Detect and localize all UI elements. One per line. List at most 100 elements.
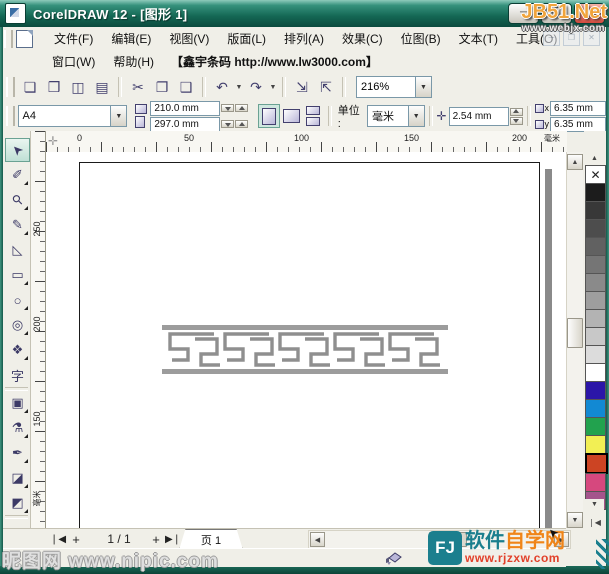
horizontal-scrollbar[interactable]: ◀ ▶ <box>308 530 571 549</box>
redo-icon[interactable]: ↷ <box>244 75 268 99</box>
palette-scroll-down-icon[interactable]: ▼ <box>585 499 604 510</box>
color-swatch-none[interactable]: ✕ <box>585 165 606 184</box>
color-swatch[interactable] <box>585 201 606 220</box>
ellipse-tool[interactable]: ○ <box>5 288 30 312</box>
color-swatch[interactable] <box>585 399 606 418</box>
paper-height-field[interactable]: 297.0 mm <box>150 117 220 132</box>
height-spin-down[interactable] <box>221 120 234 128</box>
shape-tool[interactable]: ✐ <box>5 163 30 187</box>
nudge-spin-down[interactable] <box>510 117 523 125</box>
zoom-tool[interactable]: ⚲ <box>5 188 30 212</box>
menu-window[interactable]: 窗口(W) <box>43 51 104 72</box>
undo-icon[interactable]: ↶ <box>210 75 234 99</box>
minimize-button[interactable]: ─ <box>508 3 539 24</box>
mdi-close-button[interactable]: ✕ <box>583 31 600 46</box>
text-tool[interactable]: 字 <box>5 363 30 387</box>
save-icon[interactable]: ◫ <box>66 75 90 99</box>
scroll-up-icon[interactable]: ▲ <box>567 154 583 170</box>
duplicate-x-field[interactable]: 6.35 mm <box>550 101 606 116</box>
copy-icon[interactable]: ❐ <box>150 75 174 99</box>
fill-tool[interactable]: ◪ <box>5 466 30 490</box>
color-swatch-selected[interactable] <box>585 453 608 474</box>
add-page-after-button[interactable]: + <box>149 531 163 547</box>
menu-arrange[interactable]: 排列(A) <box>275 28 333 49</box>
menu-effects[interactable]: 效果(C) <box>333 28 392 49</box>
color-swatch[interactable] <box>585 291 606 310</box>
pick-tool[interactable]: ➤ <box>5 138 30 162</box>
scroll-right-icon[interactable]: ▶ <box>554 532 569 547</box>
interactive-blend-tool[interactable]: ▣ <box>5 391 30 415</box>
width-spin-up[interactable] <box>235 104 248 112</box>
undo-dropdown-icon[interactable]: ▼ <box>234 84 244 91</box>
basic-shapes-tool[interactable]: ❖ <box>5 338 30 362</box>
menu-text[interactable]: 文本(T) <box>450 28 507 49</box>
paper-combo-dropdown-icon[interactable]: ▼ <box>110 106 126 126</box>
zoom-level-combo[interactable]: 216% ▼ <box>356 76 432 98</box>
hscroll-thumb[interactable] <box>429 532 467 547</box>
first-page-button[interactable]: ❘◀ <box>49 531 67 547</box>
color-swatch[interactable] <box>585 219 606 238</box>
color-swatch[interactable] <box>585 255 606 274</box>
all-pages-layout-icon[interactable] <box>306 106 320 115</box>
paper-type-combo[interactable]: A4 ▼ <box>18 105 128 127</box>
vertical-scrollbar[interactable]: ▲ ▼ <box>566 152 583 528</box>
menu-layout[interactable]: 版面(L) <box>218 28 275 49</box>
scroll-left-icon[interactable]: ◀ <box>310 532 325 547</box>
vertical-ruler[interactable]: 250 200 150 毫米 <box>30 131 46 528</box>
menu-view[interactable]: 视图(V) <box>160 28 218 49</box>
width-spin-down[interactable] <box>221 104 234 112</box>
toolbar-grip[interactable] <box>6 77 15 97</box>
units-combo[interactable]: 毫米 ▼ <box>367 105 425 127</box>
zoom-combo-dropdown-icon[interactable]: ▼ <box>415 77 431 97</box>
menu-bitmaps[interactable]: 位图(B) <box>392 28 450 49</box>
close-button[interactable]: ✕ <box>574 3 605 24</box>
propbar-grip[interactable] <box>6 106 15 126</box>
height-spin-up[interactable] <box>235 120 248 128</box>
color-swatch[interactable] <box>585 273 606 292</box>
rectangle-tool[interactable]: ▭ <box>5 263 30 287</box>
palette-expand-icon[interactable]: ❘◀ <box>585 517 604 528</box>
paper-width-field[interactable]: 210.0 mm <box>150 101 220 116</box>
new-icon[interactable]: ❏ <box>18 75 42 99</box>
redo-dropdown-icon[interactable]: ▼ <box>268 84 278 91</box>
units-combo-dropdown-icon[interactable]: ▼ <box>408 106 424 126</box>
color-swatch[interactable] <box>585 363 606 382</box>
greek-key-meander-drawing[interactable] <box>160 323 450 376</box>
add-page-before-button[interactable]: + <box>69 531 83 547</box>
eyedropper-tool[interactable]: ⚗ <box>5 416 30 440</box>
color-swatch[interactable] <box>585 309 606 328</box>
drawing-canvas[interactable] <box>45 152 567 528</box>
nudge-spin-up[interactable] <box>510 108 523 116</box>
last-page-button[interactable]: ▶❘ <box>164 531 182 547</box>
nudge-offset-field[interactable]: 2.54 mm <box>449 107 509 126</box>
color-swatch[interactable] <box>585 237 606 256</box>
horizontal-ruler[interactable]: 0 50 100 150 200 毫米 <box>45 131 567 153</box>
page-tab[interactable]: 页 1 <box>179 529 243 550</box>
duplicate-y-field[interactable]: 6.35 mm <box>550 117 606 132</box>
polygon-spiral-tool[interactable]: ◎ <box>5 313 30 337</box>
mdi-minimize-button[interactable]: ─ <box>543 31 560 46</box>
app-icon[interactable] <box>5 3 26 24</box>
cut-icon[interactable]: ✂ <box>126 75 150 99</box>
open-icon[interactable]: ❒ <box>42 75 66 99</box>
color-swatch[interactable] <box>585 183 606 202</box>
import-icon[interactable]: ⇲ <box>290 75 314 99</box>
freehand-tool[interactable]: ✎ <box>5 213 30 237</box>
palette-scroll-up-icon[interactable]: ▲ <box>585 153 604 164</box>
document-icon[interactable] <box>16 30 33 48</box>
smart-drawing-tool[interactable]: ◺ <box>5 238 30 262</box>
interactive-fill-tool[interactable]: ◩ <box>5 491 30 515</box>
print-icon[interactable]: ▤ <box>90 75 114 99</box>
ruler-origin-icon[interactable]: ✛ <box>46 134 60 148</box>
scroll-down-icon[interactable]: ▼ <box>567 512 583 528</box>
mdi-restore-button[interactable]: ❐ <box>563 31 580 46</box>
portrait-orientation-button[interactable] <box>258 104 280 128</box>
menu-help[interactable]: 帮助(H) <box>104 51 163 72</box>
color-swatch[interactable] <box>585 417 606 436</box>
menu-edit[interactable]: 编辑(E) <box>102 28 160 49</box>
menubar-grip[interactable] <box>4 30 13 48</box>
current-page-layout-icon[interactable] <box>306 117 320 126</box>
color-swatch[interactable] <box>585 327 606 346</box>
paste-icon[interactable]: ❑ <box>174 75 198 99</box>
color-swatch[interactable] <box>585 345 606 364</box>
